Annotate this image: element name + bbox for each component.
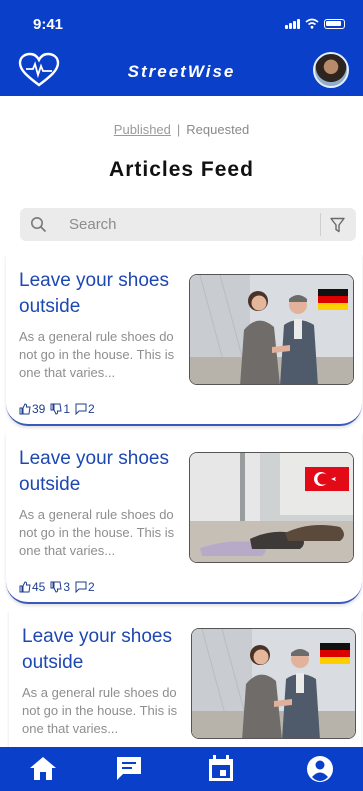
home-icon[interactable] bbox=[29, 755, 57, 781]
article-card[interactable]: Leave your shoes outside As a general ru… bbox=[6, 254, 362, 426]
comment-icon bbox=[75, 403, 87, 415]
article-stats: 39 1 2 bbox=[19, 402, 95, 416]
feed-icon[interactable] bbox=[115, 755, 143, 781]
tab-requested[interactable]: Requested bbox=[186, 122, 249, 137]
article-image[interactable] bbox=[191, 628, 356, 739]
comment-icon bbox=[75, 581, 87, 593]
search-bar[interactable]: Search bbox=[20, 208, 356, 241]
comment-button[interactable]: 2 bbox=[75, 580, 95, 594]
search-icon bbox=[31, 217, 47, 233]
comment-button[interactable]: 2 bbox=[75, 402, 95, 416]
thumbs-up-icon bbox=[19, 403, 31, 415]
article-image[interactable] bbox=[189, 274, 354, 385]
filter-icon[interactable] bbox=[330, 217, 345, 233]
dislike-button[interactable]: 1 bbox=[50, 402, 70, 416]
feed-tabs: Published | Requested bbox=[0, 122, 363, 137]
bottom-nav bbox=[0, 747, 363, 791]
article-image[interactable] bbox=[189, 452, 354, 563]
comment-count: 2 bbox=[88, 580, 95, 594]
page-title: Articles Feed bbox=[109, 158, 254, 181]
profile-avatar[interactable] bbox=[313, 52, 349, 88]
tab-published[interactable]: Published bbox=[114, 122, 171, 137]
thumbs-up-icon bbox=[19, 581, 31, 593]
article-title[interactable]: Leave your shoes outside bbox=[22, 624, 192, 676]
app-title: StreetWise bbox=[127, 62, 236, 81]
like-count: 45 bbox=[32, 580, 46, 594]
dislike-button[interactable]: 3 bbox=[50, 580, 70, 594]
search-input[interactable]: Search bbox=[69, 216, 117, 233]
article-title[interactable]: Leave your shoes outside bbox=[19, 268, 189, 320]
search-divider bbox=[320, 213, 321, 236]
app-header: 9:41 StreetWise bbox=[0, 0, 363, 96]
like-count: 39 bbox=[32, 402, 46, 416]
dislike-count: 1 bbox=[63, 402, 71, 416]
status-icons bbox=[285, 18, 345, 29]
article-description: As a general rule shoes do not go in the… bbox=[22, 685, 178, 736]
calendar-icon[interactable] bbox=[207, 755, 235, 783]
thumbs-down-icon bbox=[50, 581, 62, 593]
like-button[interactable]: 39 bbox=[19, 402, 45, 416]
dislike-count: 3 bbox=[63, 580, 71, 594]
article-stats: 45 3 2 bbox=[19, 580, 95, 594]
like-button[interactable]: 45 bbox=[19, 580, 45, 594]
comment-count: 2 bbox=[88, 402, 95, 416]
profile-icon[interactable] bbox=[306, 755, 334, 783]
tab-separator: | bbox=[176, 122, 181, 137]
thumbs-down-icon bbox=[50, 403, 62, 415]
battery-icon bbox=[324, 19, 345, 29]
article-card[interactable]: Leave your shoes outside As a general ru… bbox=[6, 432, 362, 604]
signal-icon bbox=[285, 19, 300, 29]
status-time: 9:41 bbox=[33, 16, 64, 33]
article-title[interactable]: Leave your shoes outside bbox=[19, 446, 189, 498]
article-description: As a general rule shoes do not go in the… bbox=[19, 329, 175, 380]
wifi-icon bbox=[305, 18, 319, 29]
article-description: As a general rule shoes do not go in the… bbox=[19, 507, 175, 558]
